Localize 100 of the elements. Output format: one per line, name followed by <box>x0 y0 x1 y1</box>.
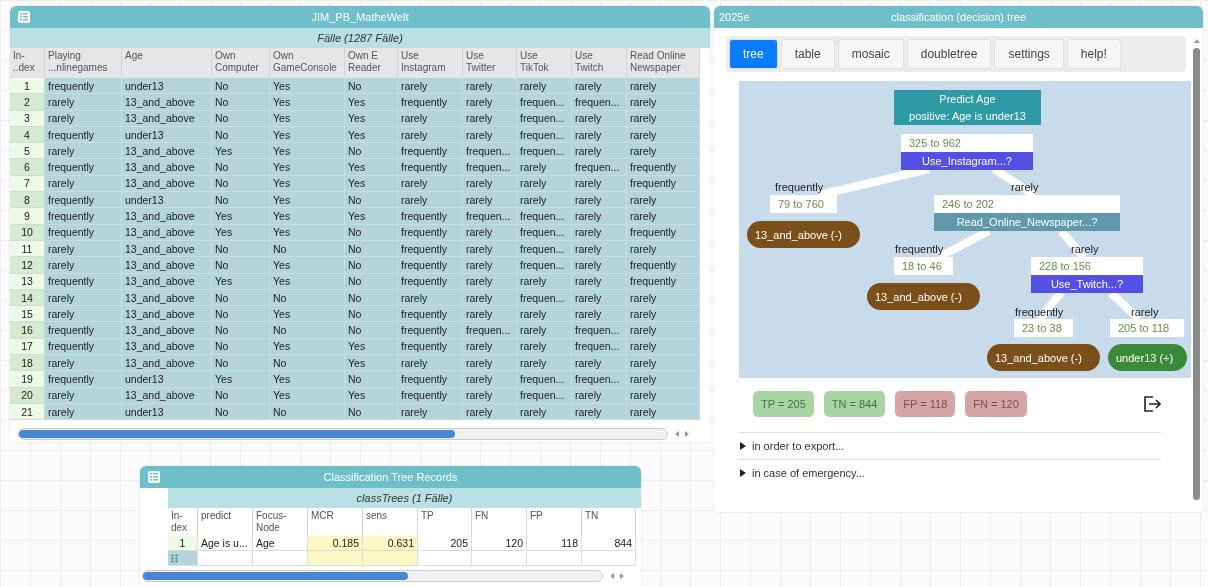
table-cell: Yes <box>345 159 398 176</box>
column-header[interactable]: Focus- Node <box>253 508 308 536</box>
table-cell: No <box>345 322 398 339</box>
table-cell: rarely <box>627 94 700 111</box>
column-header[interactable]: TN <box>582 508 636 536</box>
node-counts: 228 to 156 <box>1031 257 1143 275</box>
column-header[interactable]: FP <box>527 508 582 536</box>
table-cell: rarely <box>45 94 122 111</box>
column-header[interactable]: Read Online Newspaper <box>627 48 700 78</box>
tab[interactable]: mosaic <box>837 39 904 69</box>
export-icon[interactable] <box>1143 396 1161 412</box>
table-cell: rarely <box>398 192 463 209</box>
row-index: 19 <box>10 371 45 388</box>
table-cell: 13_and_above <box>122 257 212 274</box>
column-header[interactable]: Age <box>122 48 212 78</box>
table-cell: 13_and_above <box>122 355 212 372</box>
table-cell: 13_and_above <box>122 208 212 225</box>
row-index: 16 <box>10 322 45 339</box>
table-cell: Yes <box>270 159 345 176</box>
table-cell: No <box>345 78 398 95</box>
section-toggle[interactable]: in order to export... <box>752 440 845 452</box>
table-cell: rarely <box>627 78 700 95</box>
column-header[interactable]: Own E Reader <box>345 48 398 78</box>
table-cell: Yes <box>212 371 270 388</box>
column-header[interactable]: In- dex <box>168 508 198 536</box>
column-header[interactable]: predict <box>198 508 253 536</box>
row-index: 1 <box>10 78 45 95</box>
row-index: 5 <box>10 143 45 160</box>
column-header[interactable]: Own GameConsole <box>270 48 345 78</box>
disclosure-triangle-icon[interactable] <box>739 442 747 450</box>
table-caption: Fälle (1287 Fälle) <box>10 28 710 48</box>
table-cell: rarely <box>572 306 627 323</box>
table-cell: frequen... <box>517 257 572 274</box>
split-node[interactable]: Use_Twitch...? <box>1031 275 1143 293</box>
column-header[interactable]: Own Computer <box>212 48 270 78</box>
table-cell: No <box>212 306 270 323</box>
table-cell: frequen... <box>517 143 572 160</box>
menu-icon[interactable] <box>148 471 160 483</box>
column-header[interactable]: TP <box>418 508 472 536</box>
table-cell: frequen... <box>517 208 572 225</box>
tab[interactable]: table <box>780 39 835 69</box>
row-index: 6 <box>10 159 45 176</box>
table-cell: 0.185 <box>308 536 363 551</box>
column-header[interactable]: Use Instagram <box>398 48 463 78</box>
table-cell: frequently <box>45 78 122 95</box>
table-cell: frequen... <box>463 322 517 339</box>
horizontal-scrollbar[interactable] <box>142 570 603 582</box>
row-index: 2 <box>10 94 45 111</box>
tab[interactable]: settings <box>994 39 1064 69</box>
column-header[interactable]: Use Twitch <box>572 48 627 78</box>
column-header[interactable]: FN <box>472 508 527 536</box>
table-cell: rarely <box>463 78 517 95</box>
table-cell: rarely <box>572 208 627 225</box>
table-cell: No <box>212 257 270 274</box>
table-cell: frequently <box>398 143 463 160</box>
table-cell: frequen... <box>463 159 517 176</box>
node-counts: 23 to 38 <box>1014 319 1073 337</box>
column-header[interactable]: Use Twitter <box>463 48 517 78</box>
leaf-node[interactable]: under13 (+) <box>1108 344 1187 371</box>
drag-handle-icon[interactable] <box>171 553 178 563</box>
column-header[interactable]: Use TikTok <box>517 48 572 78</box>
table-cell: Age is u... <box>198 536 253 551</box>
table-cell: Yes <box>270 192 345 209</box>
table-cell: Yes <box>270 371 345 388</box>
table-cell: rarely <box>45 355 122 372</box>
branch-label: frequently <box>895 243 944 255</box>
window-title: JIM_PB_MatheWelt <box>311 11 409 23</box>
table-cell: frequen... <box>572 159 627 176</box>
node-counts: 79 to 760 <box>770 195 837 213</box>
leaf-node[interactable]: 13_and_above (-) <box>747 221 860 248</box>
table-cell: No <box>212 78 270 95</box>
column-header[interactable]: sens <box>363 508 418 536</box>
scroll-up-icon[interactable] <box>1193 38 1201 44</box>
split-node[interactable]: Use_Instagram...? <box>901 152 1033 170</box>
leaf-node[interactable]: 13_and_above (-) <box>867 283 980 310</box>
table-cell: Yes <box>270 143 345 160</box>
tab[interactable]: doubletree <box>906 39 992 69</box>
column-header[interactable]: MCR <box>308 508 363 536</box>
table-cell: rarely <box>572 355 627 372</box>
table-cell: rarely <box>517 355 572 372</box>
leaf-node[interactable]: 13_and_above (-) <box>987 344 1100 371</box>
disclosure-triangle-icon[interactable] <box>739 469 747 477</box>
column-header[interactable]: In- ..dex <box>10 48 45 78</box>
tab[interactable]: help! <box>1066 39 1121 69</box>
branch-label: frequently <box>1015 306 1064 318</box>
menu-icon[interactable] <box>18 11 30 23</box>
table-cell: rarely <box>572 192 627 209</box>
table-cell: 205 <box>418 536 472 551</box>
section-toggle[interactable]: in case of emergency... <box>752 467 865 479</box>
table-cell: rarely <box>627 208 700 225</box>
table-cell: 13_and_above <box>122 159 212 176</box>
table-cell: frequently <box>45 159 122 176</box>
table-caption: classTrees (1 Fälle) <box>168 488 641 508</box>
horizontal-scrollbar[interactable] <box>18 428 668 440</box>
column-header[interactable]: Playing ...nlinegames <box>45 48 122 78</box>
new-row-handle[interactable] <box>168 551 198 566</box>
node-counts: 325 to 962 <box>901 134 1033 152</box>
row-index: 12 <box>10 257 45 274</box>
table-cell: Yes <box>212 208 270 225</box>
tab[interactable]: tree <box>729 39 778 69</box>
